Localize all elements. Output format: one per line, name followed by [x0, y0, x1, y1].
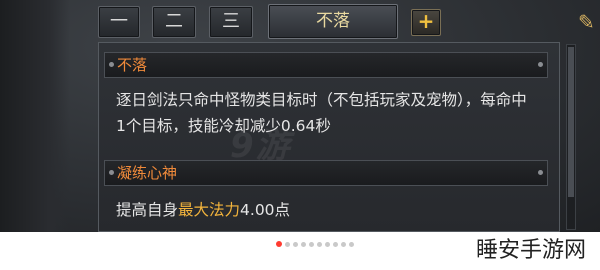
section-header-bulao: 不落 — [104, 52, 548, 78]
left-shadow — [0, 0, 70, 232]
section-header-ninglian: 凝练心神 — [104, 160, 548, 186]
panel-scrollbar[interactable] — [566, 44, 576, 230]
pager-dot[interactable] — [276, 241, 282, 247]
site-logo: 睡安手游网 — [469, 234, 592, 268]
tab-one[interactable]: 一 — [98, 6, 140, 38]
tab-two[interactable]: 二 — [152, 6, 196, 38]
pager-dot[interactable] — [285, 241, 290, 247]
scroll-thumb[interactable] — [568, 47, 574, 197]
pager-dot[interactable] — [309, 241, 314, 247]
rivet-icon — [538, 62, 543, 67]
add-tab-button[interactable]: + — [411, 9, 441, 36]
tab-bulao-selected[interactable]: 不落 — [268, 4, 398, 39]
section-title: 不落 — [117, 56, 148, 74]
pager-dot[interactable] — [301, 241, 306, 247]
description-value: 4.00点 — [240, 201, 291, 219]
rivet-icon — [109, 62, 114, 67]
pager-dot[interactable] — [325, 241, 330, 247]
pager-dot[interactable] — [333, 241, 338, 247]
pager-dot[interactable] — [293, 241, 298, 247]
pager-dot[interactable] — [341, 241, 346, 247]
section-title: 凝练心神 — [117, 164, 178, 182]
pager-dot[interactable] — [349, 241, 354, 247]
section-description: 提高自身最大法力4.00点 — [116, 197, 536, 223]
pager-dots[interactable] — [276, 239, 354, 249]
pager-dot[interactable] — [317, 241, 322, 247]
rivet-icon — [109, 170, 114, 175]
edit-icon[interactable]: ✎ — [578, 10, 596, 34]
rivet-icon — [538, 170, 543, 175]
highlighted-stat: 最大法力 — [178, 201, 241, 219]
description-text: 提高自身 — [116, 201, 179, 219]
tab-three[interactable]: 三 — [209, 6, 253, 38]
section-description: 逐日剑法只命中怪物类目标时（不包括玩家及宠物），每命中1个目标，技能冷却减少0.… — [116, 91, 527, 135]
